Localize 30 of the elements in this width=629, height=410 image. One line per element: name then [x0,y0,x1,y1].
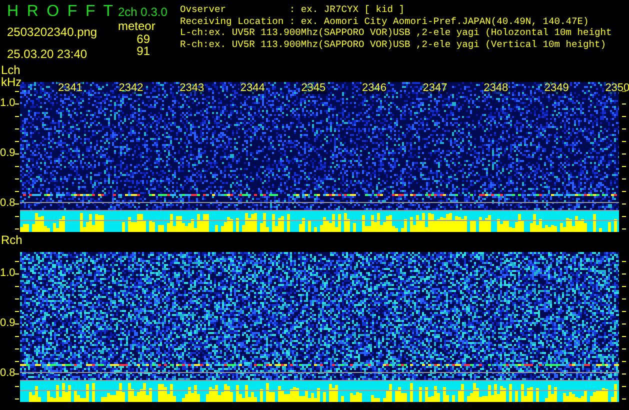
version-label: 2ch 0.3.0 [118,5,168,19]
meteor-count: 91 [136,45,150,57]
info-line: Receiving Location : ex. Aomori City Aomori-Pref.JAPAN(40.49N, 140.47E) [180,16,590,27]
time-label: 2344 [239,82,266,94]
time-label: 2345 [300,82,327,94]
info-line: R-ch:ex. UV5R 113.900Mhz(SAPPORO VOR)USB ,2-ele yagi (Vertical 10m height) [180,38,608,50]
info-line: Ovserver : ex. JR7CYX [ kid ] [180,4,406,16]
time-label: 2341 [57,82,84,94]
meteor-label: meteor [118,20,156,32]
channel-label: Lch [1,64,20,77]
date-time: 25.03.20 23:40 [7,46,88,62]
unit-label: kHz [1,76,22,89]
time-label: 2346 [361,82,388,94]
time-label: 2342 [118,82,144,94]
time-label: 2343 [178,82,206,94]
time-label: 2348 [482,82,510,94]
time-label: 2350 [604,82,629,94]
channel-label: Rch [1,234,22,247]
time-label: 2349 [543,82,570,94]
axis-label: 0.8 [0,367,16,379]
file-name: 2503202340.png [7,24,98,40]
meteor-count: 69 [136,33,150,45]
axis-label: 1.0 [0,97,16,109]
axis-label: 1.0 [0,267,16,279]
axis-label: 0.8 [0,197,16,209]
time-label: 2347 [422,82,448,94]
app-title: H R O F F T [7,2,115,22]
info-line: L-ch:ex. UV5R 113.900Mhz(SAPPORO VOR)USB ,2-ele yagi (Holozontal 10m height [180,27,612,38]
axis-label: 0.9 [0,147,16,159]
axis-label: 0.9 [0,317,16,329]
